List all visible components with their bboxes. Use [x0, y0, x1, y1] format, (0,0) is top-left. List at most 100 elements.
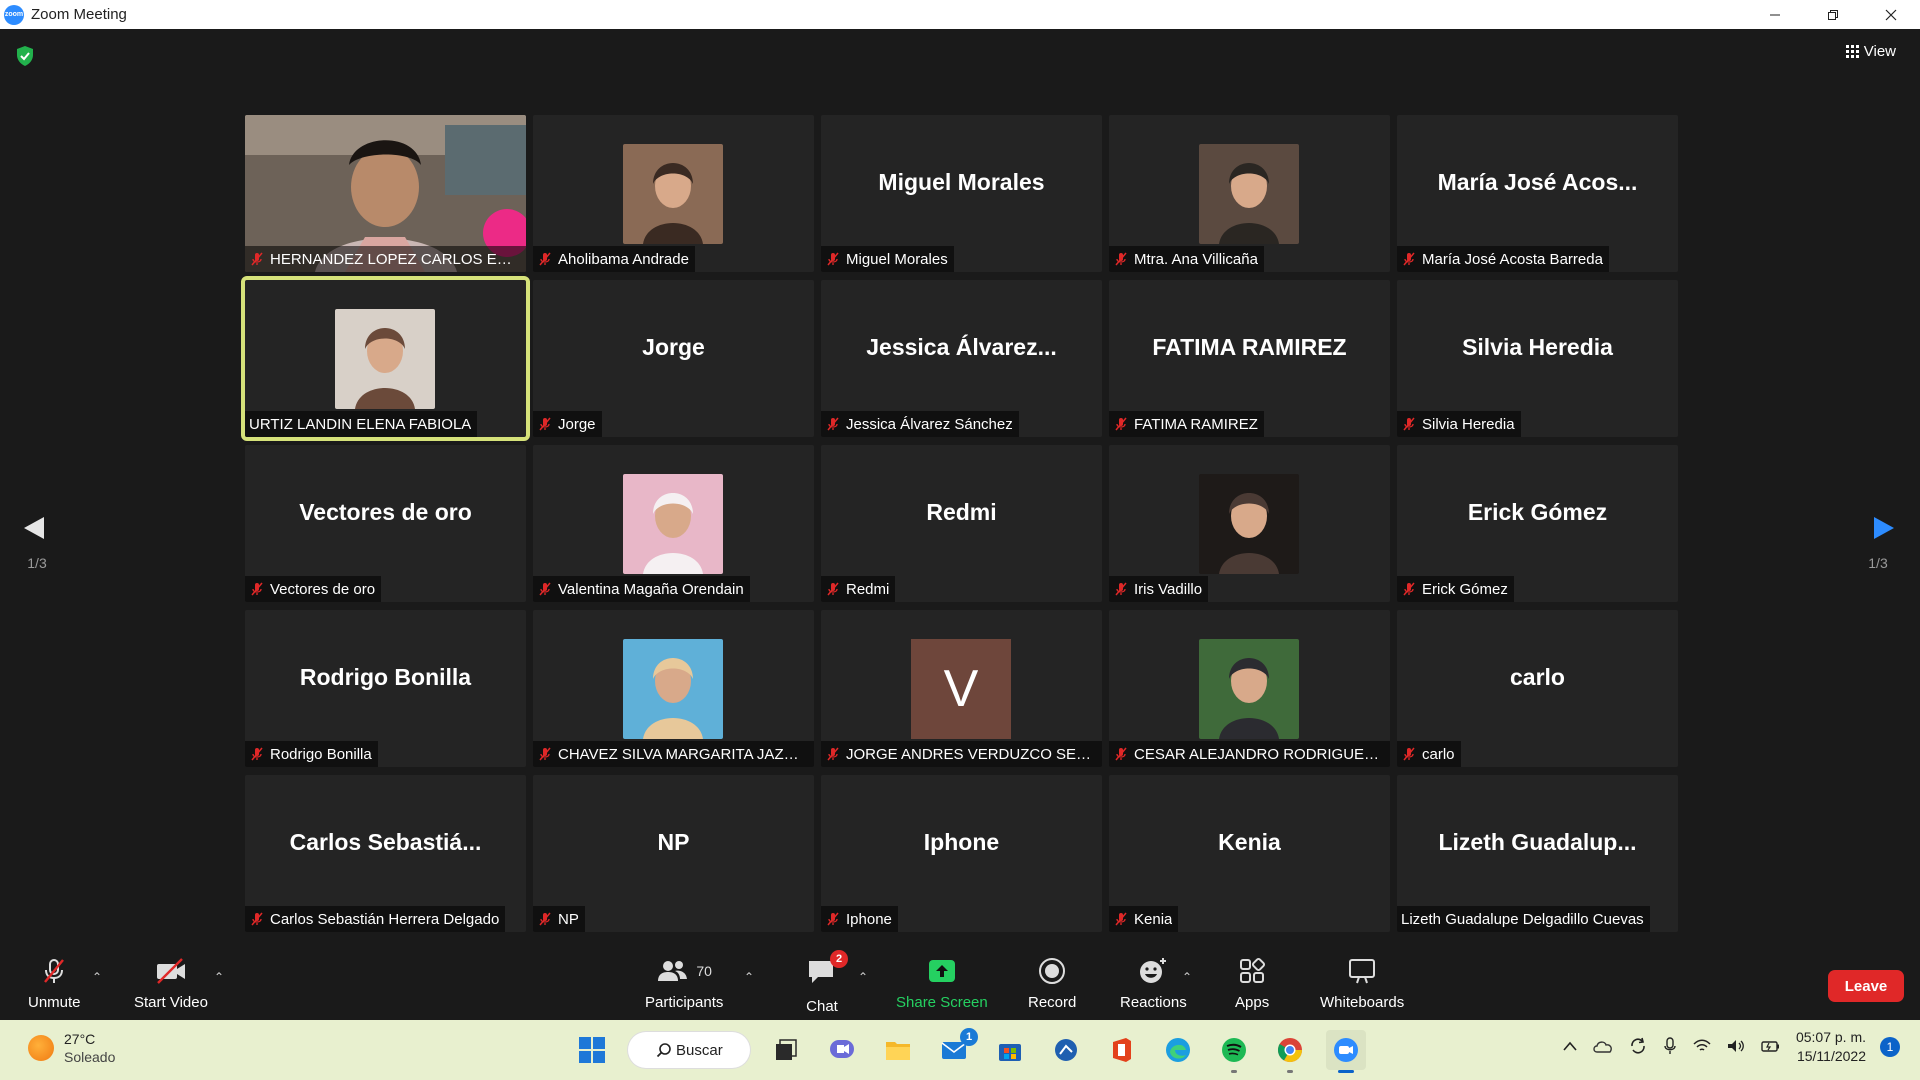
participant-tile[interactable]: CHAVEZ SILVA MARGARITA JAZMI...	[533, 610, 814, 767]
office-app[interactable]	[1102, 1030, 1142, 1070]
participant-name-bar: Vectores de oro	[245, 576, 382, 602]
spotify-app[interactable]	[1214, 1030, 1254, 1073]
file-explorer-app[interactable]	[878, 1030, 918, 1070]
participant-tile[interactable]: Redmi Redmi	[821, 445, 1102, 602]
security-shield-icon[interactable]	[15, 45, 35, 67]
participant-name-bar: Lizeth Guadalupe Delgadillo Cuevas	[1397, 906, 1650, 932]
participant-tile[interactable]: NP NP	[533, 775, 814, 932]
participant-tile[interactable]: Iphone Iphone	[821, 775, 1102, 932]
taskbar-search[interactable]: Buscar	[628, 1032, 750, 1068]
participant-tile[interactable]: María José Acos... María José Acosta Barr…	[1397, 115, 1678, 272]
participants-button[interactable]: 70 Participants	[645, 956, 723, 1011]
participant-caption: HERNANDEZ LOPEZ CARLOS EDU...	[270, 250, 520, 268]
whiteboards-button[interactable]: Whiteboards	[1320, 956, 1404, 1011]
participant-tile[interactable]: Vectores de oro Vectores de oro	[245, 445, 526, 602]
participant-tile[interactable]: Jorge Jorge	[533, 280, 814, 437]
participant-tile[interactable]: Erick Gómez Erick Gómez	[1397, 445, 1678, 602]
battery-icon[interactable]	[1760, 1038, 1782, 1057]
chat-button[interactable]: 2 Chat	[806, 950, 848, 1015]
participant-tile[interactable]: URTIZ LANDIN ELENA FABIOLA	[241, 276, 530, 441]
share-screen-icon	[928, 960, 955, 982]
video-off-icon	[156, 958, 185, 984]
participant-display-name: Jorge	[642, 334, 705, 360]
chrome-app[interactable]	[1270, 1030, 1310, 1073]
participant-tile[interactable]: CESAR ALEJANDRO RODRIGUEZ ...	[1109, 610, 1390, 767]
restore-button[interactable]	[1804, 0, 1862, 29]
participant-name-bar: HERNANDEZ LOPEZ CARLOS EDU...	[245, 246, 526, 272]
participant-tile[interactable]: Rodrigo Bonilla Rodrigo Bonilla	[245, 610, 526, 767]
muted-microphone-icon	[251, 582, 263, 596]
participant-tile[interactable]: Mtra. Ana Villicaña	[1109, 115, 1390, 272]
page-indicator-left: 1/3	[27, 555, 47, 571]
muted-microphone-icon	[539, 912, 551, 926]
participant-name-bar: Redmi	[821, 576, 896, 602]
participant-tile[interactable]: Kenia Kenia	[1109, 775, 1390, 932]
participants-caret-icon[interactable]: ⌃	[744, 970, 754, 984]
participant-photo	[623, 639, 723, 739]
notification-badge[interactable]: 1	[1880, 1037, 1900, 1057]
participant-photo	[1199, 639, 1299, 739]
onedrive-cloud-icon[interactable]	[1592, 1038, 1614, 1057]
system-clock[interactable]: 05:07 p. m. 15/11/2022	[1796, 1028, 1866, 1066]
participant-tile[interactable]: Miguel Morales Miguel Morales	[821, 115, 1102, 272]
wifi-icon[interactable]	[1692, 1038, 1712, 1057]
network-app[interactable]	[1046, 1030, 1086, 1070]
unmute-button[interactable]: Unmute	[28, 956, 81, 1011]
record-button[interactable]: Record	[1028, 956, 1076, 1011]
weather-widget[interactable]: 27°C Soleado	[28, 1030, 115, 1066]
muted-microphone-icon	[251, 252, 263, 266]
sync-icon[interactable]	[1628, 1036, 1648, 1059]
muted-microphone-icon	[1115, 747, 1127, 761]
participant-tile[interactable]: Aholibama Andrade	[533, 115, 814, 272]
view-button[interactable]: View	[1840, 39, 1902, 64]
participant-tile[interactable]: Iris Vadillo	[1109, 445, 1390, 602]
participant-display-name: Rodrigo Bonilla	[299, 664, 472, 690]
participant-tile[interactable]: HERNANDEZ LOPEZ CARLOS EDU...	[245, 115, 526, 272]
participant-tile[interactable]: Lizeth Guadalup... Lizeth Guadalupe Delga…	[1397, 775, 1678, 932]
participant-tile[interactable]: Silvia Heredia Silvia Heredia	[1397, 280, 1678, 437]
app-blue-swirl-icon	[1055, 1039, 1077, 1061]
leave-button[interactable]: Leave	[1828, 970, 1904, 1002]
muted-microphone-icon	[251, 747, 263, 761]
video-options-caret-icon[interactable]: ⌃	[214, 970, 224, 984]
participant-tile[interactable]: carlo carlo	[1397, 610, 1678, 767]
participant-name-bar: NP	[533, 906, 585, 932]
minimize-button[interactable]	[1746, 0, 1804, 29]
microsoft-store-app[interactable]	[990, 1030, 1030, 1070]
participant-tile[interactable]: Valentina Magaña Orendain	[533, 445, 814, 602]
search-icon	[656, 1043, 671, 1058]
muted-microphone-icon	[44, 959, 65, 983]
muted-microphone-icon	[539, 252, 551, 266]
volume-icon[interactable]	[1726, 1038, 1746, 1057]
reactions-caret-icon[interactable]: ⌃	[1182, 970, 1192, 984]
chat-label: Chat	[806, 998, 838, 1015]
participant-tile[interactable]: FATIMA RAMIREZ FATIMA RAMIREZ	[1109, 280, 1390, 437]
next-page-arrow-icon[interactable]	[1862, 503, 1902, 553]
start-button[interactable]	[572, 1030, 612, 1070]
chrome-icon	[1277, 1038, 1302, 1063]
task-view-button[interactable]	[766, 1030, 806, 1070]
participant-tile[interactable]: V JORGE ANDRES VERDUZCO SERR...	[821, 610, 1102, 767]
microphone-tray-icon[interactable]	[1662, 1036, 1678, 1059]
apps-button[interactable]: Apps	[1235, 956, 1269, 1011]
participant-display-name: Redmi	[926, 499, 997, 525]
participant-name-bar: Mtra. Ana Villicaña	[1109, 246, 1264, 272]
participant-caption: Vectores de oro	[270, 580, 376, 598]
teams-chat-app[interactable]	[822, 1030, 862, 1070]
share-screen-button[interactable]: Share Screen	[896, 956, 988, 1011]
zoom-app[interactable]	[1326, 1030, 1366, 1073]
participant-tile[interactable]: Jessica Álvarez... Jessica Álvarez Sánche…	[821, 280, 1102, 437]
previous-page-arrow-icon[interactable]	[16, 503, 56, 553]
participant-display-name: FATIMA RAMIREZ	[1152, 334, 1347, 360]
participant-display-name: Kenia	[1218, 829, 1281, 855]
edge-browser-app[interactable]	[1158, 1030, 1198, 1070]
mail-app[interactable]: 1	[934, 1028, 978, 1070]
reactions-button[interactable]: Reactions	[1120, 956, 1187, 1011]
participant-tile[interactable]: Carlos Sebastiá... Carlos Sebastián Herre…	[245, 775, 526, 932]
audio-options-caret-icon[interactable]: ⌃	[92, 970, 102, 984]
start-video-button[interactable]: Start Video	[134, 956, 208, 1011]
muted-microphone-icon	[539, 747, 551, 761]
close-window-button[interactable]	[1862, 0, 1920, 29]
chat-caret-icon[interactable]: ⌃	[858, 970, 868, 984]
show-hidden-icons-chevron-icon[interactable]	[1562, 1039, 1578, 1055]
